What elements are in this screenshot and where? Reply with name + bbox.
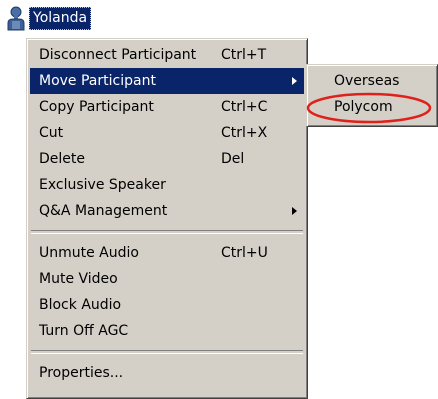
menu-item-label: Delete xyxy=(39,151,85,167)
participant-context-menu: Disconnect Participant Ctrl+T Move Parti… xyxy=(26,38,308,399)
menu-item-unmute-audio[interactable]: Unmute Audio Ctrl+U xyxy=(30,240,304,266)
participant-name[interactable]: Yolanda xyxy=(29,6,92,30)
menu-item-cut[interactable]: Cut Ctrl+X xyxy=(30,120,304,146)
menu-item-turn-off-agc[interactable]: Turn Off AGC xyxy=(30,318,304,344)
menu-item-block-audio[interactable]: Block Audio xyxy=(30,292,304,318)
menu-item-label: Mute Video xyxy=(39,271,118,287)
menu-item-move-participant[interactable]: Move Participant xyxy=(30,68,304,94)
menu-item-label: Q&A Management xyxy=(39,203,168,219)
submenu-arrow-icon xyxy=(292,207,297,215)
menu-item-label: Disconnect Participant xyxy=(39,47,197,63)
submenu-arrow-icon xyxy=(292,77,297,85)
screenshot-stage: Yolanda Disconnect Participant Ctrl+T Mo… xyxy=(0,0,438,399)
menu-item-shortcut: Ctrl+C xyxy=(221,99,268,115)
menu-item-label: Block Audio xyxy=(39,297,122,313)
menu-item-label: Turn Off AGC xyxy=(39,323,129,339)
menu-item-exclusive-speaker[interactable]: Exclusive Speaker xyxy=(30,172,304,198)
menu-item-label: Move Participant xyxy=(39,73,156,89)
menu-item-label: Copy Participant xyxy=(39,99,154,115)
menu-item-copy-participant[interactable]: Copy Participant Ctrl+C xyxy=(30,94,304,120)
menu-item-qa-management[interactable]: Q&A Management xyxy=(30,198,304,224)
menu-item-shortcut: Ctrl+U xyxy=(221,245,268,261)
menu-item-properties[interactable]: Properties... xyxy=(30,360,304,386)
annotation-ellipse xyxy=(306,92,432,124)
menu-item-shortcut: Ctrl+X xyxy=(221,125,268,141)
user-icon xyxy=(6,5,26,31)
menu-separator xyxy=(31,350,303,354)
menu-item-label: Exclusive Speaker xyxy=(39,177,166,193)
menu-item-shortcut: Ctrl+T xyxy=(221,47,267,63)
menu-item-label: Properties... xyxy=(39,365,124,381)
menu-item-label: Cut xyxy=(39,125,64,141)
menu-item-delete[interactable]: Delete Del xyxy=(30,146,304,172)
menu-item-shortcut: Del xyxy=(221,151,245,167)
menu-separator xyxy=(31,230,303,234)
menu-item-label: Unmute Audio xyxy=(39,245,139,261)
menu-item-disconnect-participant[interactable]: Disconnect Participant Ctrl+T xyxy=(30,42,304,68)
participant-entry[interactable]: Yolanda xyxy=(6,3,92,33)
menu-item-mute-video[interactable]: Mute Video xyxy=(30,266,304,292)
